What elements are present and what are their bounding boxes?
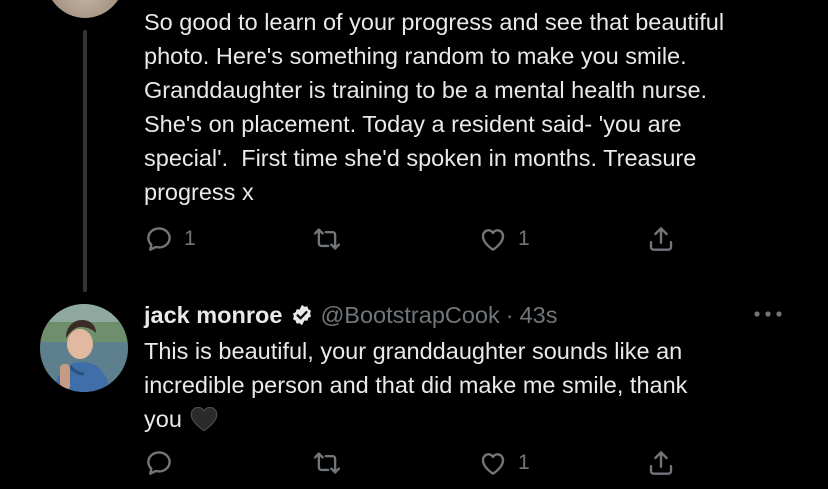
- like-icon: [481, 453, 505, 475]
- reply-header: jack monroe @BootstrapCook · 43s: [144, 297, 557, 333]
- reply-tweet-line: This is beautiful, your granddaughter so…: [144, 338, 683, 364]
- parent-like-button[interactable]: 1: [478, 219, 530, 259]
- reply-count: 1: [184, 227, 196, 250]
- parent-avatar[interactable]: [44, 0, 126, 18]
- reply-retweet-button[interactable]: [312, 443, 352, 483]
- retweet-icon: [313, 452, 341, 474]
- parent-share-button[interactable]: [646, 219, 676, 259]
- avatar-photo: [40, 304, 128, 392]
- reply-action-bar: 1: [144, 443, 684, 483]
- reply-icon: [147, 227, 171, 251]
- thread-connector-line: [83, 30, 87, 292]
- parent-action-bar: 1 1: [144, 219, 684, 259]
- reply-icon: [147, 451, 171, 475]
- handle[interactable]: @BootstrapCook: [320, 302, 499, 329]
- separator-dot: ·: [505, 301, 514, 328]
- parent-tweet-line: photo. Here's something random to make y…: [144, 43, 687, 69]
- like-count: 1: [518, 451, 530, 474]
- share-icon: [649, 227, 673, 251]
- parent-tweet-line: Granddaughter is training to be a mental…: [144, 77, 708, 103]
- more-options-button[interactable]: [750, 300, 786, 328]
- black-heart-emoji: [190, 406, 218, 441]
- parent-reply-button[interactable]: 1: [144, 219, 196, 259]
- more-icon: [754, 311, 782, 317]
- parent-tweet-text: So good to learn of your progress and se…: [144, 5, 814, 209]
- share-icon: [649, 451, 673, 475]
- parent-tweet-line: So good to learn of your progress and se…: [144, 9, 725, 35]
- like-count: 1: [518, 227, 530, 250]
- parent-tweet-line: special'. First time she'd spoken in mon…: [144, 145, 697, 171]
- reply-tweet-line: incredible person and that did make me s…: [144, 372, 688, 398]
- display-name[interactable]: jack monroe: [144, 302, 282, 329]
- reply-like-button[interactable]: 1: [478, 443, 530, 483]
- parent-tweet-line: progress x: [144, 179, 254, 205]
- timestamp[interactable]: 43s: [520, 302, 558, 329]
- reply-avatar[interactable]: [40, 304, 128, 392]
- reply-tweet-text: This is beautiful, your granddaughter so…: [144, 334, 804, 441]
- verified-icon: [293, 304, 312, 326]
- parent-retweet-button[interactable]: [312, 219, 352, 259]
- reply-reply-button[interactable]: [144, 443, 184, 483]
- retweet-icon: [313, 228, 341, 250]
- like-icon: [481, 229, 505, 251]
- parent-tweet-line: She's on placement. Today a resident sai…: [144, 111, 682, 137]
- reply-share-button[interactable]: [646, 443, 676, 483]
- reply-tweet-line: you: [144, 406, 182, 432]
